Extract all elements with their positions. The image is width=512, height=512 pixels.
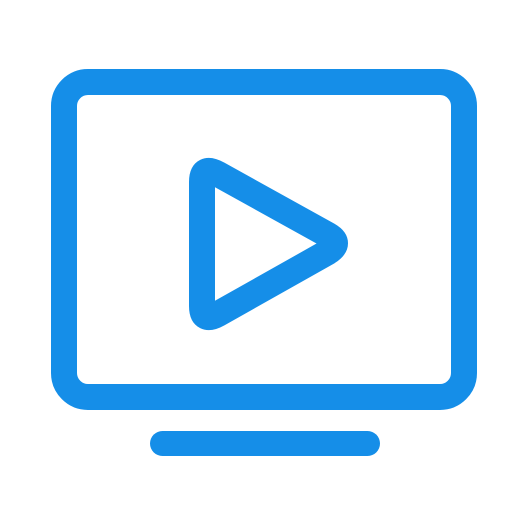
monitor-stand-icon [150,431,380,456]
tv-play-icon-svg [51,69,477,456]
icon-canvas [0,0,512,512]
tv-play-icon [0,0,512,512]
play-triangle-icon [189,157,348,331]
monitor-screen-icon [51,69,477,410]
